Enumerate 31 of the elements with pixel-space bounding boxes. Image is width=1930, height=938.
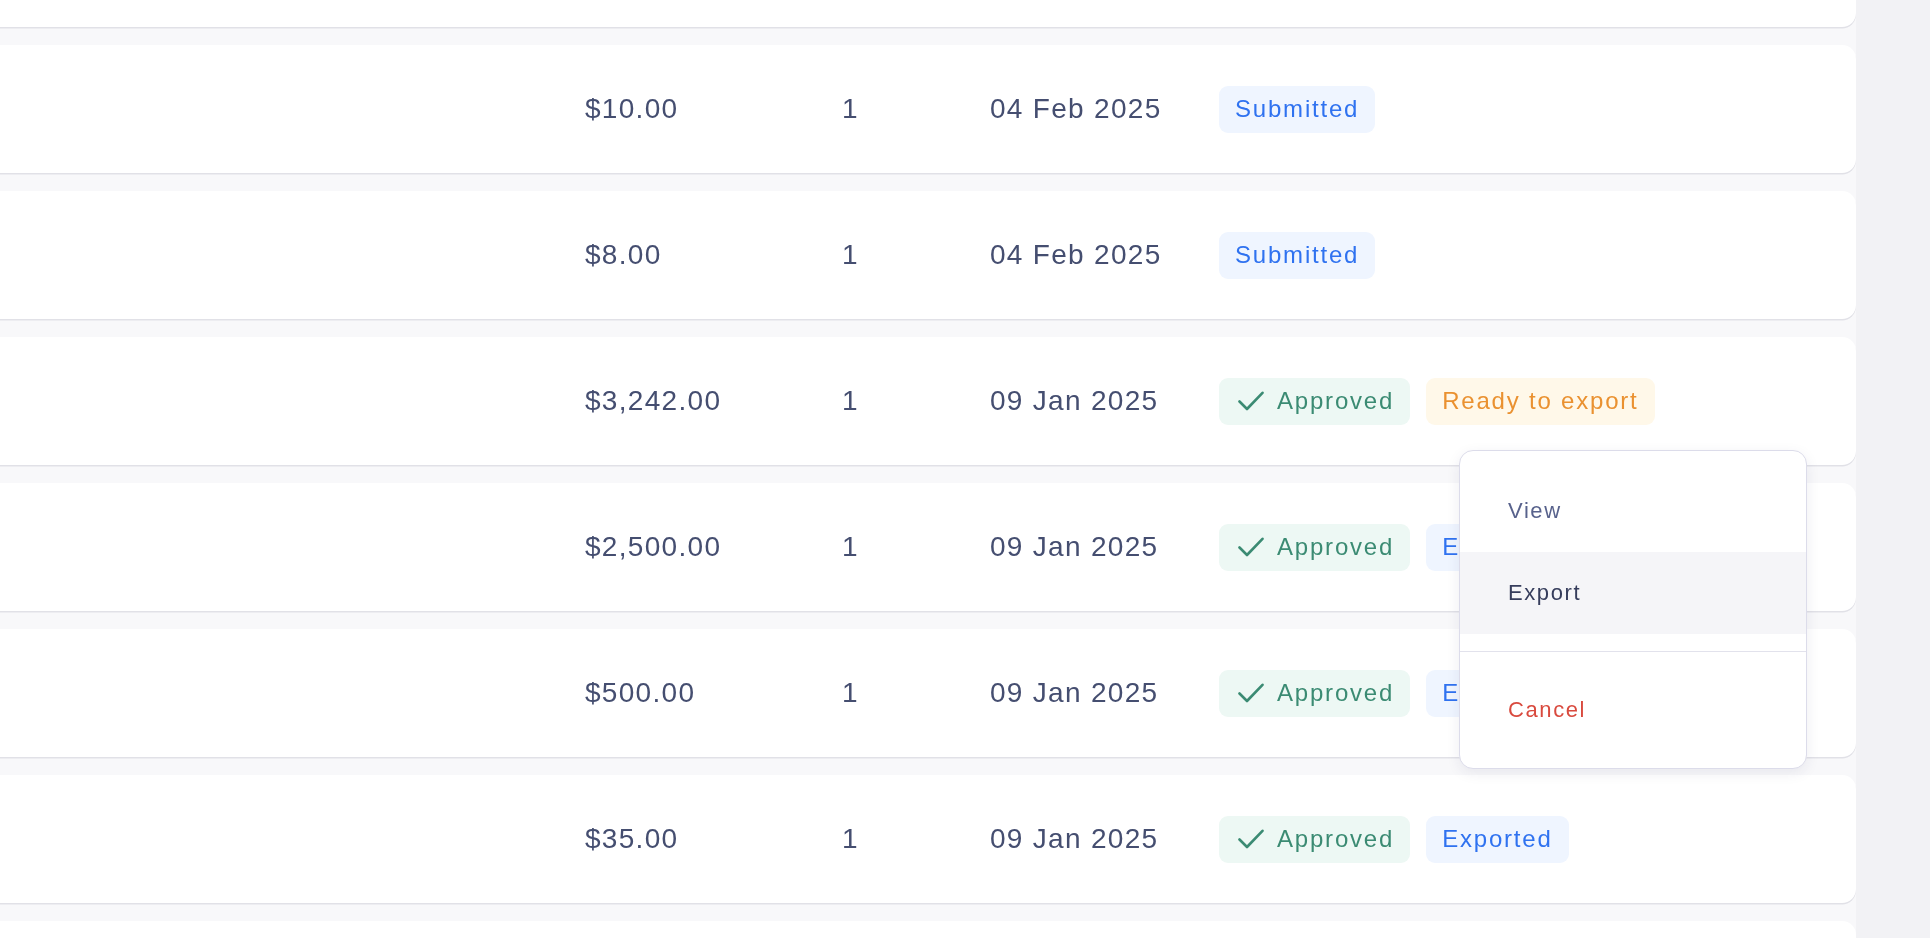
table-cell: $3,242.00 <box>585 385 722 417</box>
table-cell: 09 Jan 2025 <box>990 531 1159 563</box>
check-icon <box>1238 391 1264 411</box>
table-cell: 1 <box>842 93 859 125</box>
table-cell: 1 <box>842 239 859 271</box>
status-badge: Exported <box>1426 815 1569 863</box>
table-cell: $8.00 <box>585 239 662 271</box>
table-cell: 09 Jan 2025 <box>990 385 1159 417</box>
status-badge: Approved <box>1219 523 1411 571</box>
table-cell: $10.00 <box>585 93 679 125</box>
status-badge: Approved <box>1219 669 1411 717</box>
table-cell: 1 <box>842 531 859 563</box>
status-badge: Submitted <box>1219 85 1376 133</box>
status-badge: Ready to export <box>1426 377 1655 425</box>
status-badge: Approved <box>1219 815 1411 863</box>
table-cell: 04 Feb 2025 <box>990 93 1162 125</box>
table-cell: 1 <box>842 677 859 709</box>
status-badge: Approved <box>1219 377 1411 425</box>
table-cell: $500.00 <box>585 677 696 709</box>
status-badge: Submitted <box>1219 231 1376 279</box>
table-cell: 04 Feb 2025 <box>990 239 1162 271</box>
table-cell: $35.00 <box>585 823 679 855</box>
table-cell: 1 <box>842 385 859 417</box>
table-cell: 09 Jan 2025 <box>990 823 1159 855</box>
check-icon <box>1238 537 1264 557</box>
table-cell: 1 <box>842 823 859 855</box>
table-cell: 09 Jan 2025 <box>990 677 1159 709</box>
table-cell: $2,500.00 <box>585 531 722 563</box>
check-icon <box>1238 829 1264 849</box>
menu-item[interactable]: Export <box>1460 552 1806 634</box>
check-icon <box>1238 683 1264 703</box>
